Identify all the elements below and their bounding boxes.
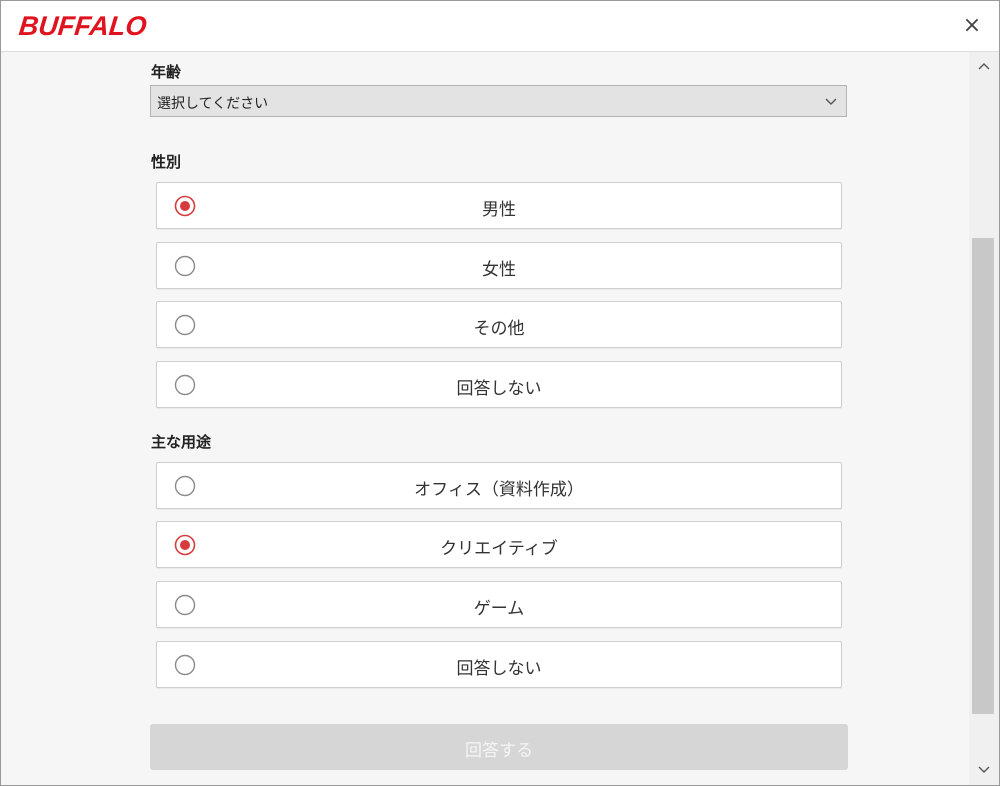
age-select[interactable]: 選択してください (150, 85, 847, 117)
buffalo-logo: BUFFALO (17, 11, 149, 41)
option-label: 回答しない (456, 659, 542, 679)
title-bar: BUFFALO × (1, 1, 999, 52)
submit-label: 回答する (465, 741, 533, 761)
gender-option-other[interactable]: その他 (156, 301, 842, 348)
usage-option-game[interactable]: ゲーム (156, 581, 842, 628)
survey-form: 年齢 選択してください 性別 男性 女性 その他 回答しない 主な用途 オフィス… (1, 52, 969, 785)
option-label: 回答しない (456, 379, 542, 399)
option-label: 女性 (482, 260, 516, 280)
chevron-up-icon[interactable] (975, 58, 993, 76)
close-icon: × (962, 13, 982, 38)
usage-label: 主な用途 (151, 433, 212, 451)
age-label: 年齢 (151, 63, 182, 81)
vertical-scrollbar[interactable] (969, 52, 999, 785)
submit-button[interactable]: 回答する (150, 724, 848, 770)
close-button[interactable]: × (959, 13, 985, 39)
gender-label: 性別 (151, 153, 182, 171)
option-label: クリエイティブ (440, 539, 558, 559)
usage-option-office[interactable]: オフィス（資料作成） (156, 462, 842, 509)
option-label: その他 (473, 319, 525, 339)
usage-option-creative[interactable]: クリエイティブ (156, 521, 842, 568)
gender-option-female[interactable]: 女性 (156, 242, 842, 289)
option-label: オフィス（資料作成） (414, 480, 584, 500)
option-label: ゲーム (473, 599, 525, 619)
chevron-down-icon[interactable] (975, 760, 993, 778)
gender-option-no-answer[interactable]: 回答しない (156, 361, 842, 408)
scrollbar-thumb[interactable] (972, 238, 994, 714)
chevron-down-icon (825, 98, 837, 105)
option-label: 男性 (482, 200, 516, 220)
age-select-value: 選択してください (157, 96, 269, 112)
gender-option-male[interactable]: 男性 (156, 182, 842, 229)
survey-window: BUFFALO × 年齢 選択してください 性別 男性 女性 その他 回答しない… (0, 0, 1000, 786)
usage-option-no-answer[interactable]: 回答しない (156, 641, 842, 688)
